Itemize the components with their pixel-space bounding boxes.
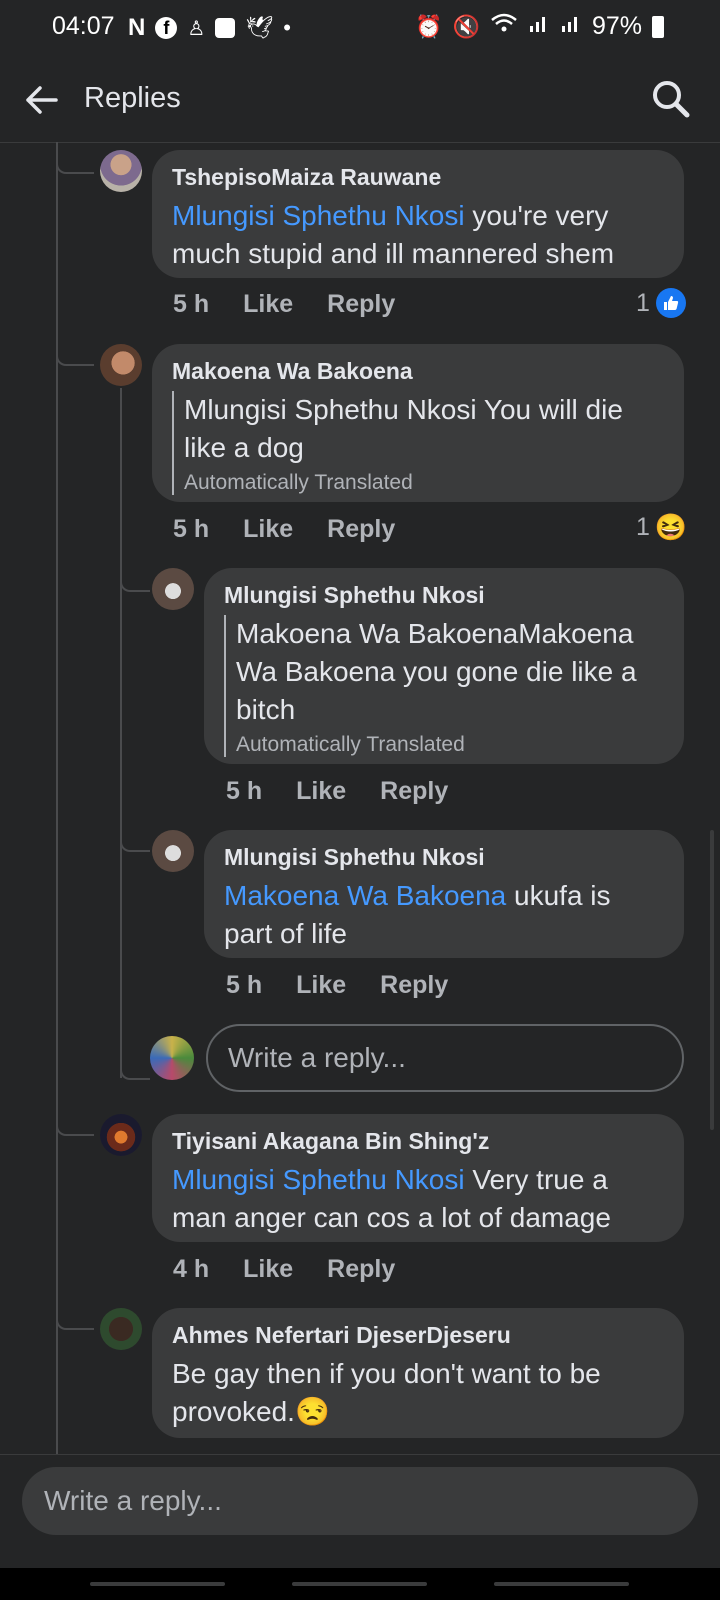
- nav-home-icon[interactable]: [292, 1582, 427, 1586]
- comment-actions: 5 h Like Reply: [226, 777, 448, 806]
- status-bar: 04:07 N f ♙ 🕊 • ⏰ 🔇 97%: [0, 0, 720, 56]
- comment-body: Mlungisi Sphethu Nkosi You will die like…: [184, 394, 623, 463]
- nested-reply-input[interactable]: Write a reply...: [206, 1024, 684, 1092]
- comment-bubble[interactable]: TshepisoMaiza Rauwane Mlungisi Sphethu N…: [152, 150, 684, 278]
- comment-bubble[interactable]: Tiyisani Akagana Bin Shing'z Mlungisi Sp…: [152, 1114, 684, 1242]
- battery-icon: [652, 15, 664, 38]
- thread-branch: [56, 1296, 94, 1330]
- status-time: 04:07: [52, 12, 115, 40]
- like-button[interactable]: Like: [243, 1255, 293, 1284]
- comment-mention[interactable]: Makoena Wa Bakoena: [224, 880, 506, 911]
- nav-recents-icon[interactable]: [90, 1582, 225, 1586]
- signal-icon: [528, 12, 550, 41]
- avatar[interactable]: [152, 830, 194, 872]
- comment-body: Be gay then if you don't want to be prov…: [172, 1358, 601, 1427]
- battery-text: 97%: [591, 12, 642, 40]
- comment-author[interactable]: Tiyisani Akagana Bin Shing'z: [172, 1128, 664, 1155]
- reply-button[interactable]: Reply: [327, 290, 395, 319]
- like-button[interactable]: Like: [243, 290, 293, 319]
- comment-bubble[interactable]: Mlungisi Sphethu Nkosi Makoena Wa Bakoen…: [204, 830, 684, 958]
- nav-back-icon[interactable]: [494, 1582, 629, 1586]
- system-icons: ⏰ 🔇 97%: [415, 12, 664, 41]
- comment-time: 5 h: [173, 290, 210, 318]
- reply-button[interactable]: Reply: [327, 1255, 395, 1284]
- replies-header: Replies: [0, 56, 720, 143]
- thread-branch: [120, 1050, 150, 1080]
- reply-input[interactable]: Write a reply...: [22, 1467, 698, 1535]
- system-nav-bar: [0, 1568, 720, 1600]
- like-button[interactable]: Like: [296, 777, 346, 806]
- auto-translated-label[interactable]: Automatically Translated: [184, 471, 664, 495]
- haha-emoji-icon: 😆: [654, 511, 688, 542]
- notification-icons: N f ♙ 🕊 •: [128, 14, 291, 42]
- avatar[interactable]: [152, 568, 194, 610]
- comment-mention[interactable]: Mlungisi Sphethu Nkosi: [172, 200, 465, 231]
- thread-branch: [120, 560, 150, 592]
- reply-button[interactable]: Reply: [380, 971, 448, 1000]
- comment-time: 4 h: [173, 1255, 210, 1283]
- comment-actions: 5 h Like Reply: [173, 515, 395, 544]
- thread-branch: [56, 142, 94, 174]
- like-button[interactable]: Like: [296, 971, 346, 1000]
- comment-author[interactable]: TshepisoMaiza Rauwane: [172, 164, 664, 191]
- thumbs-up-icon: [655, 288, 686, 318]
- comment-time: 5 h: [226, 777, 263, 805]
- scrollbar[interactable]: [710, 830, 714, 1130]
- avatar[interactable]: [100, 1114, 142, 1156]
- dot-icon: •: [283, 15, 291, 40]
- comment-actions: 5 h Like Reply: [173, 290, 395, 319]
- comment-actions: 5 h Like Reply: [226, 971, 448, 1000]
- comment-text: Makoena Wa Bakoena ukufa is part of life: [224, 877, 664, 953]
- my-avatar: [150, 1036, 194, 1080]
- reaction-summary[interactable]: 1 😆: [636, 511, 688, 542]
- comment-mention[interactable]: Mlungisi Sphethu Nkosi: [172, 1164, 465, 1195]
- back-arrow-icon[interactable]: [22, 80, 62, 120]
- translated-block: Mlungisi Sphethu Nkosi You will die like…: [172, 391, 664, 495]
- comment-author[interactable]: Mlungisi Sphethu Nkosi: [224, 844, 664, 871]
- comment-bubble[interactable]: Ahmes Nefertari DjeserDjeseru Be gay the…: [152, 1308, 684, 1438]
- mute-icon: 🔇: [452, 13, 480, 39]
- reaction-count: 1: [636, 288, 650, 317]
- comment-text: Mlungisi Sphethu Nkosi Very true a man a…: [172, 1161, 664, 1237]
- thread-branch: [120, 820, 150, 852]
- alarm-icon: ⏰: [415, 13, 443, 39]
- twitter-icon: 🕊: [245, 15, 274, 40]
- facebook-icon: f: [155, 17, 178, 39]
- avatar[interactable]: [100, 344, 142, 386]
- bottom-reply-bar: Write a reply...: [0, 1454, 720, 1569]
- wifi-icon: [490, 12, 518, 41]
- comment-bubble[interactable]: Makoena Wa Bakoena Mlungisi Sphethu Nkos…: [152, 344, 684, 502]
- like-button[interactable]: Like: [243, 515, 293, 544]
- avatar[interactable]: [100, 150, 142, 192]
- unamused-emoji-icon: 😒: [294, 1396, 330, 1427]
- translated-block: Makoena Wa BakoenaMakoena Wa Bakoena you…: [224, 615, 664, 757]
- search-icon[interactable]: [650, 78, 692, 120]
- netflix-icon: N: [128, 14, 146, 41]
- comment-time: 5 h: [226, 971, 263, 999]
- comment-author[interactable]: Mlungisi Sphethu Nkosi: [224, 582, 664, 609]
- avatar[interactable]: [100, 1308, 142, 1350]
- checkbox-icon: [215, 18, 236, 38]
- thread-branch: [56, 330, 94, 366]
- reaction-count: 1: [636, 512, 650, 541]
- reply-button[interactable]: Reply: [380, 777, 448, 806]
- comment-time: 5 h: [173, 515, 210, 543]
- page-title: Replies: [84, 82, 181, 114]
- comment-body: Makoena Wa BakoenaMakoena Wa Bakoena you…: [236, 618, 637, 725]
- comment-actions: 4 h Like Reply: [173, 1255, 395, 1284]
- thread-line: [120, 388, 122, 1078]
- comment-author[interactable]: Ahmes Nefertari DjeserDjeseru: [172, 1322, 664, 1349]
- thread-branch: [56, 1100, 94, 1136]
- auto-translated-label[interactable]: Automatically Translated: [236, 733, 664, 757]
- reply-button[interactable]: Reply: [327, 515, 395, 544]
- comment-author[interactable]: Makoena Wa Bakoena: [172, 358, 664, 385]
- comment-text: Be gay then if you don't want to be prov…: [172, 1355, 664, 1431]
- snapchat-icon: ♙: [187, 17, 206, 40]
- signal-icon: [560, 12, 582, 41]
- comment-bubble[interactable]: Mlungisi Sphethu Nkosi Makoena Wa Bakoen…: [204, 568, 684, 764]
- comment-text: Mlungisi Sphethu Nkosi you're very much …: [172, 197, 664, 273]
- reaction-summary[interactable]: 1: [636, 288, 686, 318]
